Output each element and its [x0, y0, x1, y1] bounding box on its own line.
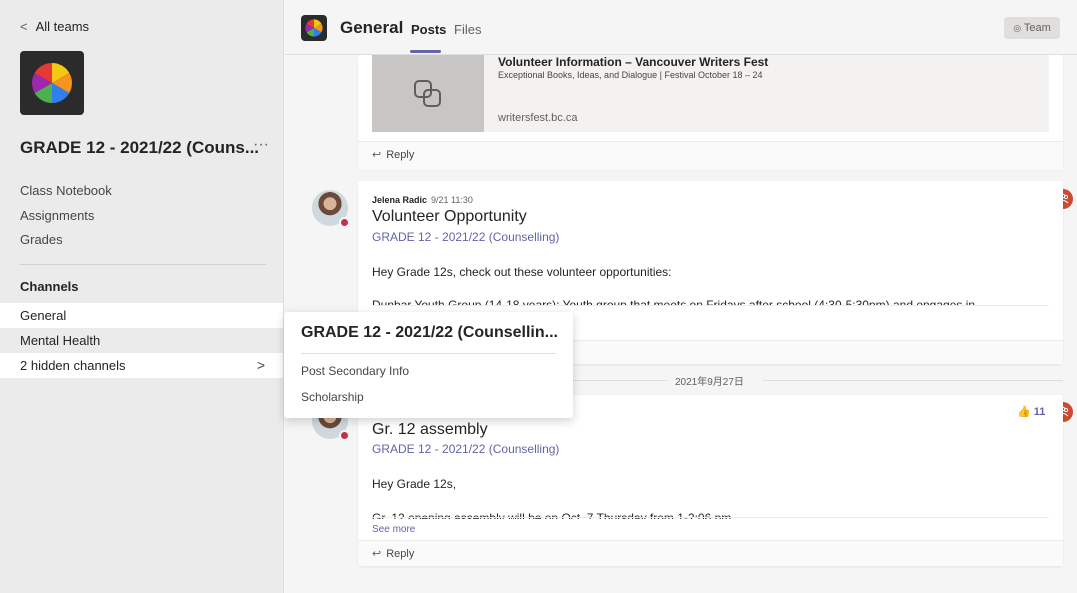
- post-time: 9/21 11:30: [431, 195, 473, 205]
- avatar[interactable]: [312, 190, 350, 228]
- author-name: Jelena Radic: [372, 195, 428, 205]
- post-title: Gr. 12 assembly: [372, 421, 488, 438]
- status-busy-indicator: [339, 430, 350, 441]
- team-icon: [301, 15, 327, 41]
- like-count: 11: [1033, 406, 1046, 418]
- link-description: Exceptional Books, Ideas, and Dialogue |…: [498, 70, 763, 80]
- reply-button[interactable]: ↩ Reply: [358, 540, 1063, 566]
- link-title: Volunteer Information – Vancouver Writer…: [498, 55, 769, 69]
- hidden-channels-popup: GRADE 12 - 2021/22 (Counsellin... Post S…: [284, 312, 573, 418]
- channel-mental-health[interactable]: Mental Health: [0, 328, 283, 353]
- hidden-channel-post-secondary-info[interactable]: Post Secondary Info: [301, 364, 409, 378]
- all-teams-label: All teams: [35, 19, 90, 34]
- team-avatar[interactable]: [20, 51, 84, 115]
- all-teams-link[interactable]: < All teams: [20, 19, 89, 34]
- sidebar: < All teams GRADE 12 - 2021/22 (Couns...…: [0, 0, 284, 593]
- channel-label: General: [20, 308, 67, 323]
- post-body: Hey Grade 12s, check out these volunteer…: [372, 265, 672, 279]
- eye-icon: ◎: [1013, 23, 1022, 33]
- post-meta: Jelena Radic 9/21 11:30: [372, 195, 473, 205]
- team-links: Class Notebook Assignments Grades: [20, 183, 112, 257]
- status-busy-indicator: [339, 217, 350, 228]
- grades-link[interactable]: Grades: [20, 232, 112, 257]
- chevron-right-icon: >: [256, 357, 265, 373]
- reply-icon: ↩: [372, 548, 382, 560]
- post-card: 👍 11 Gr. 12 assembly GRADE 12 - 2021/22 …: [358, 395, 1063, 566]
- divider: [372, 517, 1049, 518]
- tab-files[interactable]: Files: [454, 22, 481, 37]
- hidden-channels-label: 2 hidden channels: [20, 358, 126, 373]
- chevron-left-icon: <: [20, 19, 28, 34]
- reply-label: Reply: [386, 149, 415, 161]
- channel-general[interactable]: General: [0, 303, 283, 328]
- popup-title: GRADE 12 - 2021/22 (Counsellin...: [301, 324, 558, 341]
- see-more-link[interactable]: See more: [372, 524, 415, 535]
- assignments-link[interactable]: Assignments: [20, 208, 112, 233]
- divider: [20, 264, 266, 265]
- channels-heading: Channels: [20, 279, 79, 294]
- hidden-channel-scholarship[interactable]: Scholarship: [301, 390, 364, 404]
- post-title: Volunteer Opportunity: [372, 208, 527, 225]
- divider: [573, 380, 668, 381]
- divider: [301, 353, 556, 354]
- team-name: GRADE 12 - 2021/22 (Couns...: [20, 138, 260, 157]
- color-wheel-icon: [32, 63, 72, 103]
- team-button-label: Team: [1023, 22, 1051, 34]
- post-subtitle: GRADE 12 - 2021/22 (Counselling): [372, 230, 560, 244]
- team-button[interactable]: ◎ Team: [1004, 17, 1060, 39]
- active-tab-indicator: [410, 50, 441, 53]
- class-notebook-link[interactable]: Class Notebook: [20, 183, 112, 208]
- divider: [763, 380, 1063, 381]
- link-icon: [414, 79, 441, 107]
- reply-label: Reply: [386, 548, 415, 560]
- tab-posts[interactable]: Posts: [411, 22, 446, 37]
- channel-title: General: [340, 18, 404, 37]
- divider: [372, 305, 1049, 306]
- reaction-count[interactable]: 👍 11: [1017, 405, 1045, 418]
- post-card: Volunteer Information – Vancouver Writer…: [358, 55, 1063, 169]
- link-thumbnail: [372, 55, 484, 132]
- link-preview[interactable]: Volunteer Information – Vancouver Writer…: [372, 55, 1049, 132]
- reply-button[interactable]: ↩ Reply: [358, 141, 1063, 169]
- date-label: 2021年9月27日: [675, 377, 744, 388]
- channel-header: General Posts Files ◎ Team: [285, 0, 1077, 55]
- link-url: writersfest.bc.ca: [498, 112, 578, 124]
- post-subtitle: GRADE 12 - 2021/22 (Counselling): [372, 442, 560, 456]
- reply-icon: ↩: [372, 149, 382, 161]
- color-wheel-icon: [305, 19, 323, 37]
- hidden-channels-item[interactable]: 2 hidden channels >: [0, 353, 283, 378]
- more-options-icon[interactable]: ···: [253, 136, 269, 154]
- date-separator: 2021年9月27日: [573, 373, 1063, 388]
- channel-label: Mental Health: [20, 333, 101, 348]
- thumbs-up-icon: 👍: [1017, 406, 1031, 418]
- post-body: Hey Grade 12s,: [372, 477, 457, 491]
